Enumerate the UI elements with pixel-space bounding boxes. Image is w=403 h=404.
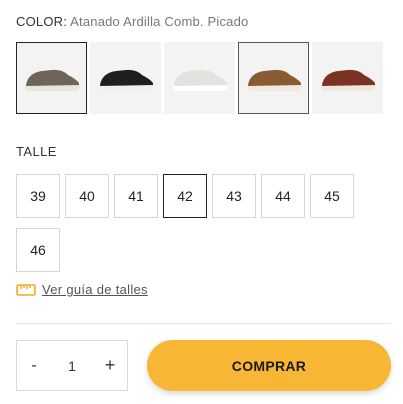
- color-swatch[interactable]: [16, 42, 87, 114]
- size-option[interactable]: 43: [212, 174, 256, 218]
- buy-button[interactable]: COMPRAR: [147, 340, 391, 391]
- shoe-image: [98, 69, 154, 91]
- size-option[interactable]: 41: [114, 174, 158, 218]
- size-option[interactable]: 42: [163, 174, 207, 218]
- size-guide-label: Ver guía de talles: [42, 282, 148, 297]
- size-options: 39 40 41 42 43 44 45 46: [16, 174, 366, 272]
- size-guide-link[interactable]: Ver guía de talles: [16, 282, 148, 297]
- quantity-value[interactable]: 1: [68, 358, 76, 374]
- size-option[interactable]: 40: [65, 174, 109, 218]
- size-option[interactable]: 44: [261, 174, 305, 218]
- color-swatch[interactable]: [238, 42, 309, 114]
- color-swatch[interactable]: [312, 42, 383, 114]
- color-value: Atanado Ardilla Comb. Picado: [70, 14, 249, 29]
- color-swatches: [16, 42, 383, 114]
- divider: [16, 323, 391, 324]
- shoe-image: [246, 69, 302, 91]
- quantity-stepper: - 1 +: [16, 340, 128, 391]
- shoe-image: [320, 69, 376, 91]
- color-label: COLOR:: [16, 14, 68, 29]
- color-swatch[interactable]: [164, 42, 235, 114]
- color-swatch[interactable]: [90, 42, 161, 114]
- size-label: TALLE: [16, 144, 57, 159]
- quantity-increase-button[interactable]: +: [103, 355, 117, 376]
- size-option[interactable]: 39: [16, 174, 60, 218]
- shoe-image: [24, 69, 80, 91]
- shoe-image: [172, 69, 228, 91]
- color-label-row: COLOR: Atanado Ardilla Comb. Picado: [16, 14, 248, 29]
- size-option[interactable]: 45: [310, 174, 354, 218]
- ruler-icon: [16, 283, 36, 296]
- quantity-decrease-button[interactable]: -: [27, 357, 41, 375]
- size-option[interactable]: 46: [16, 228, 60, 272]
